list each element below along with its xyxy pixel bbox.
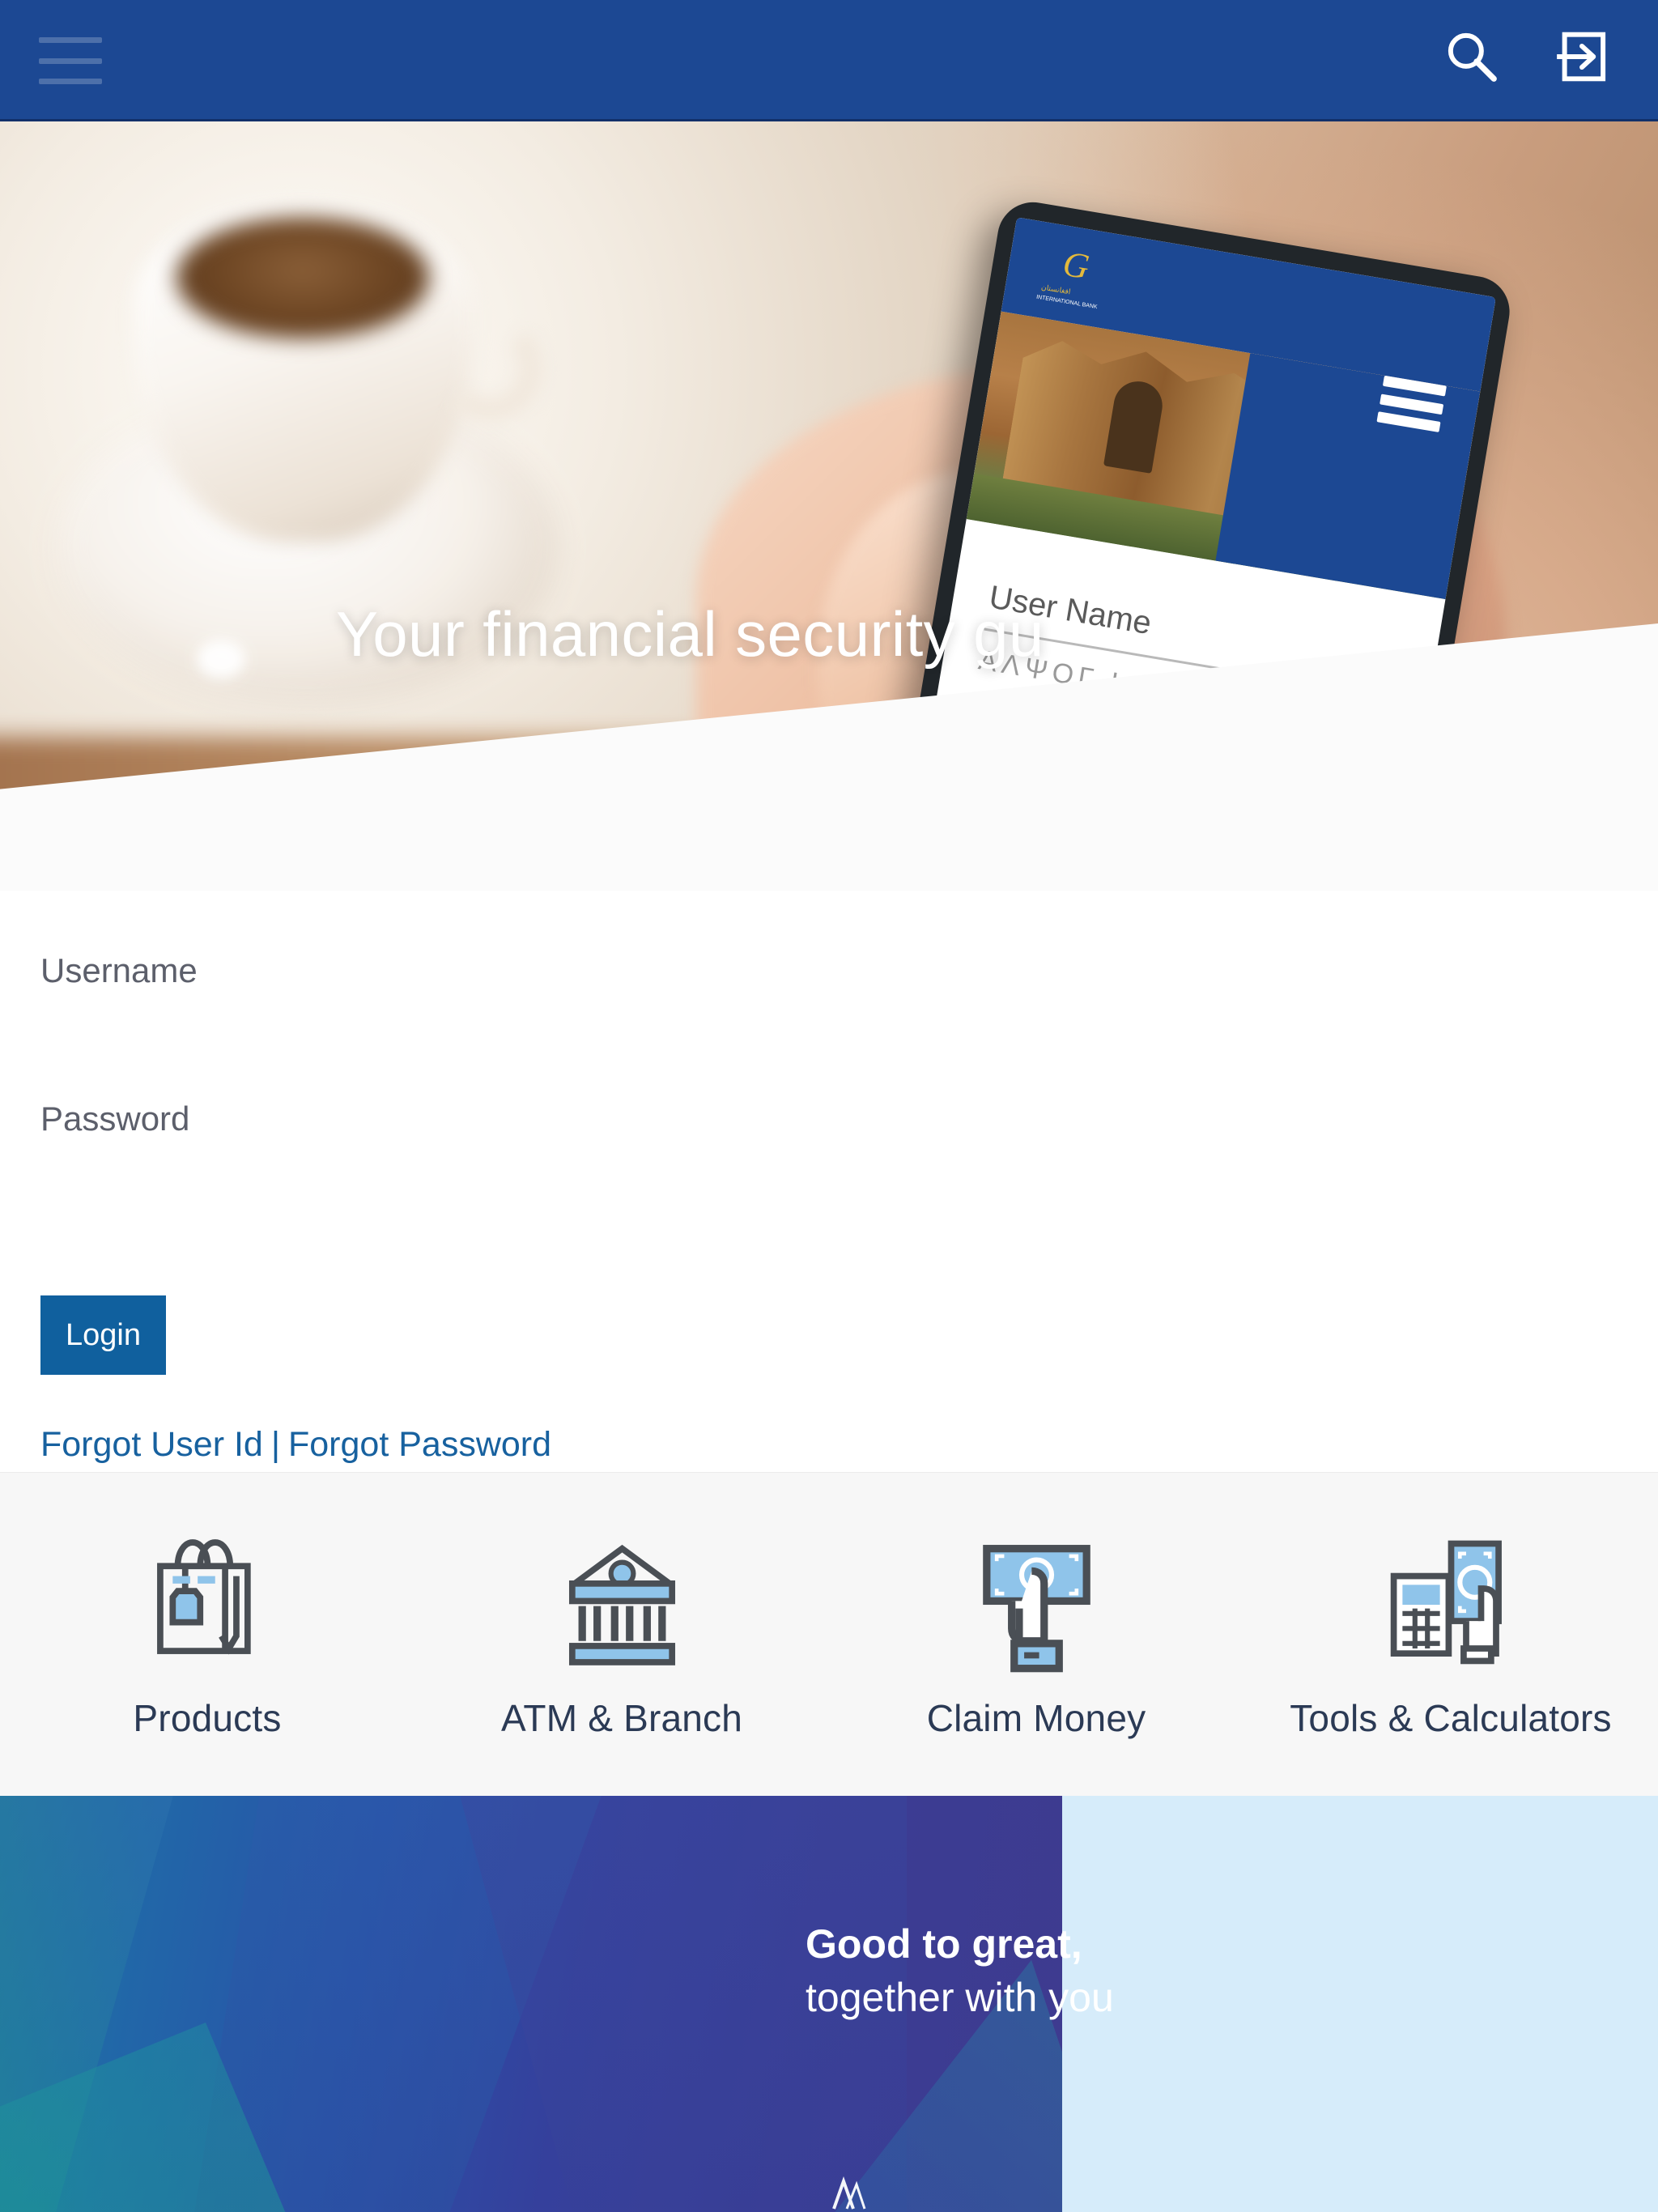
promo-light-panel [1062,1796,1658,2212]
hamburger-line [39,79,102,84]
search-icon[interactable] [1441,26,1503,87]
bank-logo-mark-icon [826,2176,871,2212]
username-label: Username [40,951,198,989]
hero-banner: G افغانستان INTERNATIONAL BANK User Name [0,121,1658,891]
password-label: Password [40,1100,190,1138]
login-exit-icon[interactable] [1551,26,1613,87]
hamburger-menu-icon[interactable] [39,37,102,84]
password-input[interactable] [40,1138,1012,1203]
quick-link-products[interactable]: Products [0,1529,414,1740]
quick-link-label: ATM & Branch [500,1697,743,1739]
hamburger-line [39,37,102,43]
promo-subheadline: together with you [806,1975,1114,2020]
bank-logo-icon: G افغانستان INTERNATIONAL BANK [1032,236,1120,316]
bank-building-icon [547,1529,697,1678]
quick-link-label: Claim Money [926,1697,1146,1739]
forgot-user-id-link[interactable]: Forgot User Id [40,1425,263,1464]
hamburger-line [39,57,102,64]
top-header-bar [0,0,1658,121]
forgot-password-link[interactable]: Forgot Password [288,1425,551,1464]
promo-text-block: Good to great, together with you [806,1917,1114,2024]
calculator-banknote-icon [1376,1529,1526,1678]
shopping-bag-tag-icon [133,1529,283,1678]
header-icon-group [1441,26,1613,87]
promo-banner[interactable]: Good to great, together with you [0,1796,1658,2212]
promo-bank-logo [826,2176,871,2212]
quick-link-atm-branch[interactable]: ATM & Branch [414,1529,829,1740]
promo-headline: Good to great, [806,1921,1082,1967]
svg-text:INTERNATIONAL BANK: INTERNATIONAL BANK [1036,295,1099,311]
hand-banknote-icon [962,1529,1112,1678]
quick-link-claim-money[interactable]: Claim Money [829,1529,1244,1740]
quick-link-label: Products [133,1697,282,1739]
login-form-section: Username Password Login Forgot User Id | F… [0,891,1658,1464]
quick-links-section: Products ATM & Branch Claim Money Tools … [0,1472,1658,1796]
password-field-group: Password [40,1100,1012,1203]
username-field-group: Username [40,951,1012,1055]
quick-link-tools-calculators[interactable]: Tools & Calculators [1244,1529,1658,1740]
forgot-links-separator: | [270,1425,280,1464]
page-root: G افغانستان INTERNATIONAL BANK User Name [0,0,1658,2212]
hero-title: Your financial security gu [336,598,1044,670]
username-input[interactable] [40,990,1012,1055]
quick-link-label: Tools & Calculators [1290,1697,1612,1739]
svg-text:G: G [1060,244,1091,287]
forgot-links: Forgot User Id | Forgot Password [40,1425,551,1465]
login-button[interactable]: Login [40,1295,166,1375]
svg-text:افغانستان: افغانستان [1040,283,1071,296]
